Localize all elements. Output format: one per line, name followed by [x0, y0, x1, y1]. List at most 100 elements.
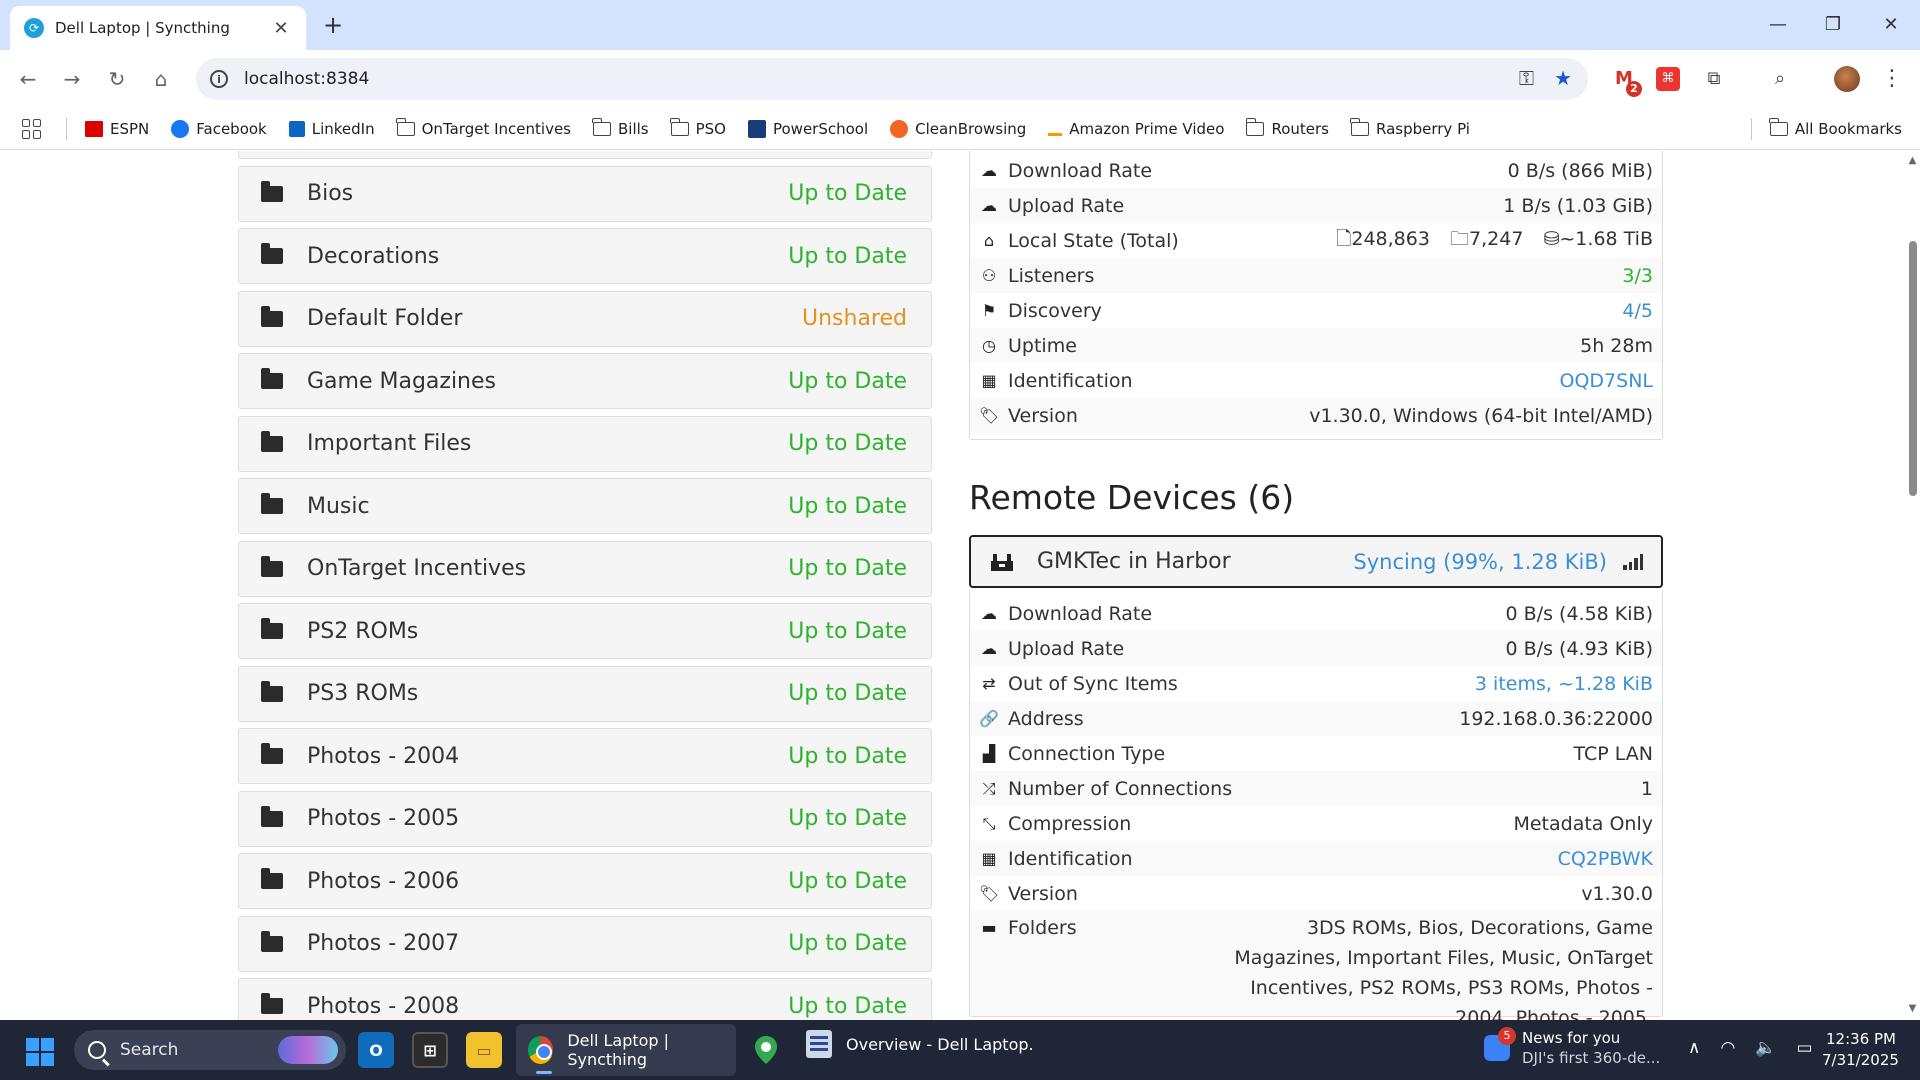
row-discovery: ⚑ Discovery 4/5 [970, 293, 1662, 328]
wifi-icon[interactable]: ◠ [1720, 1038, 1735, 1058]
close-tab-icon[interactable]: ✕ [270, 18, 292, 39]
windows-start-icon[interactable] [26, 1038, 54, 1066]
folder-row-default-folder[interactable]: Default Folder Unshared [238, 290, 932, 347]
amazon-icon [1048, 122, 1063, 136]
cloud-upload-icon: ☁ [981, 196, 997, 215]
bookmark-routers[interactable]: Routers [1245, 117, 1329, 138]
chrome-window-title: Dell Laptop | Syncthing [567, 1031, 670, 1069]
exchange-icon: ⇄ [982, 674, 996, 693]
identification-link[interactable]: OQD7SNL [1560, 370, 1654, 392]
maps-pin-icon[interactable] [748, 1032, 784, 1068]
bookmark-label: Amazon Prime Video [1069, 119, 1225, 138]
folder-row-photos-2007[interactable]: Photos - 2007 Up to Date [238, 915, 932, 972]
remote-device-header[interactable]: GMKTec in Harbor Syncing (99%, 1.28 KiB) [969, 535, 1663, 588]
folders-list: Bios Up to Date Decorations Up to Date Defau… [238, 151, 932, 1020]
row-num-connections: ⤮ Number of Connections 1 [970, 771, 1662, 806]
apps-grid-icon[interactable] [22, 118, 42, 139]
folder-row-important-files[interactable]: Important Files Up to Date [238, 415, 932, 472]
folder-icon [261, 805, 283, 827]
home-icon[interactable]: ⌂ [145, 63, 177, 95]
folder-row-music[interactable]: Music Up to Date [238, 478, 932, 534]
file-count: 248,863 [1351, 227, 1430, 250]
bookmark-ontarget-incentives[interactable]: OnTarget Incentives [395, 117, 571, 138]
folder-row-decorations[interactable]: Decorations Up to Date [238, 228, 932, 284]
folder-row-photos-2008[interactable]: Photos - 2008 Up to Date [238, 978, 932, 1020]
listeners-value[interactable]: 3/3 [1622, 265, 1653, 287]
bookmark-facebook[interactable]: Facebook [171, 119, 267, 138]
gmail-extension-icon[interactable]: M2 [1608, 63, 1642, 97]
bookmark-pso[interactable]: PSO [669, 117, 726, 138]
qrcode-icon: ▦ [981, 849, 997, 868]
outlook-icon[interactable]: O [358, 1032, 394, 1068]
folder-row-photos-2005[interactable]: Photos - 2005 Up to Date [238, 790, 932, 847]
folder-icon [592, 117, 611, 136]
all-bookmarks[interactable]: All Bookmarks [1769, 118, 1902, 138]
pdf-extension-icon[interactable]: ⌘ [1656, 67, 1680, 91]
bookmark-star-icon[interactable]: ★ [1554, 66, 1572, 90]
linkedin-icon [288, 120, 305, 137]
forward-icon[interactable]: → [56, 63, 88, 95]
bookmark-powerschool[interactable]: PowerSchool [747, 119, 868, 138]
bookmark-linkedin[interactable]: LinkedIn [288, 120, 375, 138]
row-version: 🏷 Version v1.30.0, Windows (64-bit Intel… [970, 398, 1662, 433]
bookmark-bills[interactable]: Bills [592, 117, 649, 138]
folder-row-bios[interactable]: Bios Up to Date [238, 165, 932, 222]
discovery-value[interactable]: 4/5 [1622, 300, 1653, 322]
restore-icon[interactable]: ❐ [1813, 10, 1853, 40]
scrollbar-thumb[interactable] [1909, 241, 1917, 496]
chrome-menu-icon[interactable]: ⋮ [1880, 63, 1904, 95]
bookmark-espn[interactable]: ESPN [85, 120, 149, 138]
page-scrollbar[interactable]: ▲ ▼ [1905, 151, 1920, 1020]
folder-row-ontarget-incentives[interactable]: OnTarget Incentives Up to Date [238, 540, 932, 597]
news-widget[interactable]: 5 News for you DJI's first 360-de... [1484, 1027, 1660, 1068]
windows-taskbar: Search O ⊞ ▭ Dell Laptop | Syncthing Ove… [0, 1020, 1920, 1080]
remote-identification-link[interactable]: CQ2PBWK [1558, 848, 1653, 870]
close-window-icon[interactable]: ✕ [1871, 10, 1911, 40]
new-tab-icon[interactable]: + [318, 10, 348, 40]
microsoft-store-icon[interactable]: ⊞ [412, 1032, 448, 1068]
scroll-down-icon[interactable]: ▼ [1907, 1003, 1918, 1014]
chevron-up-icon[interactable]: ∧ [1688, 1038, 1700, 1058]
password-key-icon[interactable]: ⚿ [1519, 66, 1534, 90]
file-icon: 🗋 [1336, 227, 1352, 250]
folder-row-photos-2006[interactable]: Photos - 2006 Up to Date [238, 853, 932, 909]
bookmark-amazon-prime-video[interactable]: Amazon Prime Video [1048, 120, 1224, 138]
taskbar-clock[interactable]: 12:36 PM 7/31/2025 [1822, 1029, 1899, 1071]
folder-row-photos-2004[interactable]: Photos - 2004 Up to Date [238, 728, 932, 784]
scroll-up-icon[interactable]: ▲ [1907, 155, 1918, 166]
volume-icon[interactable]: 🔈 [1755, 1038, 1776, 1058]
folder-row-game-magazines[interactable]: Game Magazines Up to Date [238, 353, 932, 409]
battery-icon[interactable]: ▭ [1796, 1038, 1812, 1058]
news-icon: 5 [1484, 1027, 1516, 1061]
taskbar-overview-window[interactable]: Overview - Dell Laptop. [806, 1030, 1034, 1058]
browser-tab[interactable]: ⟳ Dell Laptop | Syncthing ✕ [10, 6, 306, 50]
right-column: ☁ Download Rate 0 B/s (866 MiB) ☁ Upload… [969, 151, 1663, 1020]
out-of-sync-link[interactable]: 3 items, ~1.28 KiB [1475, 673, 1653, 695]
sitemap-icon: ⚇ [981, 266, 997, 285]
powerschool-icon [747, 119, 766, 138]
reload-icon[interactable]: ↻ [101, 63, 133, 95]
row-uptime: ◷ Uptime 5h 28m [970, 328, 1662, 363]
syncthing-icon: ⟳ [24, 18, 44, 38]
profile-avatar[interactable] [1834, 66, 1860, 92]
bookmark-label: OnTarget Incentives [421, 119, 571, 138]
file-explorer-icon[interactable]: ▭ [466, 1032, 502, 1068]
system-tray: ∧ ◠ 🔈 ▭ [1688, 1038, 1813, 1058]
taskbar-chrome-window[interactable]: Dell Laptop | Syncthing [516, 1024, 736, 1076]
back-icon[interactable]: ← [12, 63, 44, 95]
folder-row-ps2-roms[interactable]: PS2 ROMs Up to Date [238, 603, 932, 659]
folder-row-ps3-roms[interactable]: PS3 ROMs Up to Date [238, 665, 932, 722]
site-info-icon[interactable]: i [210, 70, 228, 88]
remote-device-status: Syncing (99%, 1.28 KiB) [1353, 549, 1607, 574]
extensions-puzzle-icon[interactable]: ⧉ [1698, 63, 1730, 95]
qrcode-icon: ▦ [981, 371, 997, 390]
tab-search-icon[interactable]: ⌕ [1764, 63, 1796, 95]
address-bar[interactable]: i localhost:8384 ⚿ ★ [196, 58, 1588, 100]
folder-status: Up to Date [788, 181, 907, 206]
taskbar-search[interactable]: Search [74, 1030, 346, 1070]
bookmark-cleanbrowsing[interactable]: CleanBrowsing [890, 119, 1026, 138]
folder-row-partial[interactable] [238, 151, 932, 159]
signpost-icon: ⚑ [981, 301, 997, 320]
minimize-icon[interactable]: — [1758, 10, 1798, 40]
bookmark-raspberry-pi[interactable]: Raspberry Pi [1350, 117, 1470, 138]
